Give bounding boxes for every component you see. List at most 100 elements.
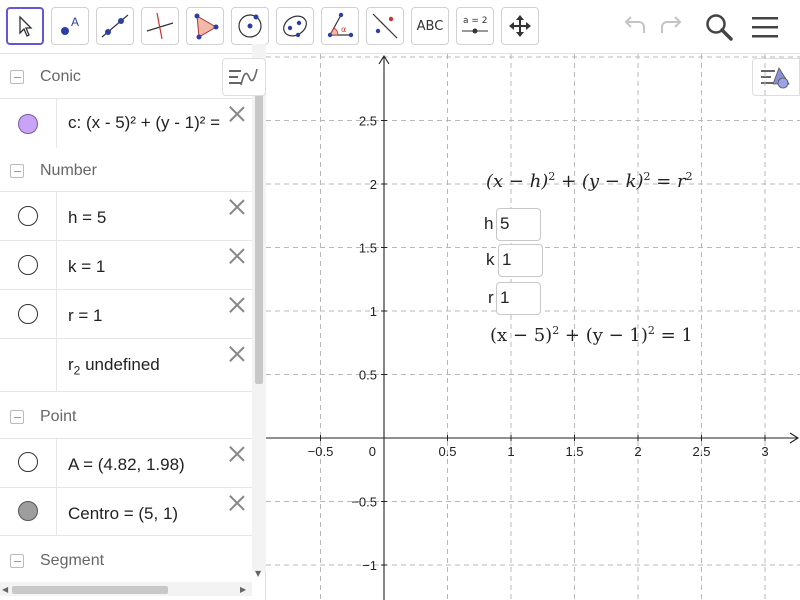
collapse-conic-icon[interactable] bbox=[10, 70, 24, 84]
algebra-row-h[interactable]: h = 5 bbox=[0, 191, 252, 240]
polygon-tool-button[interactable] bbox=[186, 7, 224, 45]
algebra-row-r2[interactable]: r2 undefined bbox=[0, 338, 252, 392]
x-tick-label: 0.5 bbox=[438, 444, 456, 459]
algebra-text-k[interactable]: k = 1 bbox=[68, 257, 105, 277]
section-header-segment[interactable]: Segment bbox=[0, 538, 252, 584]
algebra-text-c[interactable]: c: (x - 5)² + (y - 1)² = bbox=[68, 113, 220, 133]
angle-tool-button[interactable]: α bbox=[321, 7, 359, 45]
section-header-conic[interactable]: Conic bbox=[0, 54, 252, 100]
search-button[interactable] bbox=[702, 10, 736, 44]
y-tick-label: 1 bbox=[370, 304, 377, 319]
visibility-toggle-r[interactable] bbox=[18, 304, 38, 324]
menu-icon bbox=[752, 17, 778, 38]
undo-icon bbox=[624, 16, 645, 33]
section-label-number: Number bbox=[40, 162, 97, 179]
algebra-style-bar-toggle[interactable] bbox=[222, 58, 266, 96]
x-tick-label: 3 bbox=[761, 444, 768, 459]
text-icon: ABC bbox=[416, 18, 444, 34]
redo-button[interactable] bbox=[654, 10, 688, 44]
scroll-left-arrow-icon[interactable]: ◀ bbox=[2, 585, 8, 594]
input-label-h: h bbox=[484, 214, 494, 233]
section-label-conic: Conic bbox=[40, 68, 81, 85]
input-box-k[interactable]: 1 bbox=[498, 244, 543, 277]
r2-status: undefined bbox=[80, 355, 160, 374]
algebra-text-h[interactable]: h = 5 bbox=[68, 208, 106, 228]
delete-k-icon[interactable] bbox=[228, 247, 246, 265]
scroll-down-arrow-icon[interactable]: ▼ bbox=[255, 569, 261, 578]
ellipse-tool-button[interactable] bbox=[276, 7, 314, 45]
input-box-r[interactable]: 1 bbox=[496, 282, 541, 315]
input-label-r: r bbox=[488, 288, 494, 307]
circle-center-point-tool-button[interactable] bbox=[231, 7, 269, 45]
delete-A-icon[interactable] bbox=[228, 445, 246, 463]
visibility-toggle-centro[interactable] bbox=[18, 501, 38, 521]
svg-text:A: A bbox=[71, 15, 79, 29]
point-icon: A bbox=[61, 15, 79, 35]
x-tick-label: 2.5 bbox=[692, 444, 710, 459]
section-label-point: Point bbox=[40, 408, 77, 425]
cursor-arrow-icon bbox=[19, 15, 33, 37]
algebra-text-r[interactable]: r = 1 bbox=[68, 306, 103, 326]
general-eq-exp-b: 2 bbox=[643, 170, 651, 183]
delete-centro-icon[interactable] bbox=[228, 494, 246, 512]
algebra-text-centro[interactable]: Centro = (5, 1) bbox=[68, 504, 178, 524]
algebra-row-k[interactable]: k = 1 bbox=[0, 240, 252, 289]
move-tool-button[interactable] bbox=[6, 7, 44, 45]
algebra-row-centro[interactable]: Centro = (5, 1) bbox=[0, 487, 252, 536]
algebra-horizontal-scroll-thumb[interactable] bbox=[12, 586, 168, 594]
delete-h-icon[interactable] bbox=[228, 198, 246, 216]
scroll-right-arrow-icon[interactable]: ▶ bbox=[240, 585, 246, 594]
perpendicular-line-tool-button[interactable] bbox=[141, 7, 179, 45]
delete-r2-icon[interactable] bbox=[228, 345, 246, 363]
algebra-vertical-scroll-thumb[interactable] bbox=[255, 94, 263, 384]
collapse-segment-icon[interactable] bbox=[10, 554, 24, 568]
general-eq-part-a: (x − h) bbox=[486, 171, 549, 192]
undo-button[interactable] bbox=[618, 10, 652, 44]
search-icon bbox=[706, 14, 733, 41]
visibility-toggle-c[interactable] bbox=[18, 114, 38, 134]
collapse-point-icon[interactable] bbox=[10, 410, 24, 424]
text-tool-button[interactable]: ABC bbox=[411, 7, 449, 45]
perpendicular-line-icon bbox=[146, 12, 174, 40]
section-label-segment: Segment bbox=[40, 552, 105, 569]
section-header-point[interactable]: Point bbox=[0, 394, 252, 440]
graphics-view[interactable]: −0.5 0.5 1 1.5 2 2.5 3 2.5 2 1.5 1 0.5 −0.5 −1 0 (x − … bbox=[266, 54, 800, 600]
reflect-tool-button[interactable] bbox=[366, 7, 404, 45]
move-graphics-view-tool-button[interactable] bbox=[501, 7, 539, 45]
delete-r-icon[interactable] bbox=[228, 296, 246, 314]
y-tick-label: 2.5 bbox=[359, 114, 377, 129]
x-tick-label: 2 bbox=[634, 444, 641, 459]
visibility-toggle-h[interactable] bbox=[18, 206, 38, 226]
general-eq-exp-c: 2 bbox=[685, 170, 693, 183]
y-tick-label: 0.5 bbox=[359, 368, 377, 383]
marker-column bbox=[0, 339, 57, 391]
delete-c-icon[interactable] bbox=[228, 105, 246, 123]
algebra-text-r2[interactable]: r2 undefined bbox=[68, 355, 160, 377]
toolbar: A α ABC a = 2 bbox=[0, 0, 800, 54]
visibility-toggle-A[interactable] bbox=[18, 452, 38, 472]
line-tool-button[interactable] bbox=[96, 7, 134, 45]
x-tick-label: −0.5 bbox=[308, 444, 334, 459]
algebra-row-A[interactable]: A = (4.82, 1.98) bbox=[0, 438, 252, 487]
x-tick-label: 1.5 bbox=[565, 444, 583, 459]
y-tick-label: 1.5 bbox=[359, 241, 377, 256]
circle-center-icon bbox=[238, 14, 262, 38]
angle-icon: α bbox=[327, 12, 354, 38]
algebra-text-A[interactable]: A = (4.82, 1.98) bbox=[68, 455, 185, 475]
specific-eq-exp-b: 2 bbox=[647, 324, 655, 337]
general-eq-part-c: = r bbox=[650, 171, 686, 192]
algebra-row-c[interactable]: c: (x - 5)² + (y - 1)² = bbox=[0, 98, 252, 148]
visibility-toggle-k[interactable] bbox=[18, 255, 38, 275]
ellipse-icon bbox=[283, 15, 307, 38]
general-circle-equation: (x − h)2 + (y − k)2 = r2 bbox=[486, 170, 693, 192]
section-header-number[interactable]: Number bbox=[0, 148, 252, 194]
y-tick-label: 2 bbox=[370, 177, 377, 192]
input-box-h[interactable]: 5 bbox=[496, 208, 541, 241]
specific-eq-part-a: (x − 5) bbox=[490, 325, 553, 346]
algebra-row-r[interactable]: r = 1 bbox=[0, 289, 252, 338]
slider-tool-button[interactable]: a = 2 bbox=[456, 7, 494, 45]
collapse-number-icon[interactable] bbox=[10, 164, 24, 178]
specific-eq-part-b: + (y − 1) bbox=[559, 325, 648, 346]
point-tool-button[interactable]: A bbox=[51, 7, 89, 45]
main-menu-button[interactable] bbox=[748, 10, 782, 44]
